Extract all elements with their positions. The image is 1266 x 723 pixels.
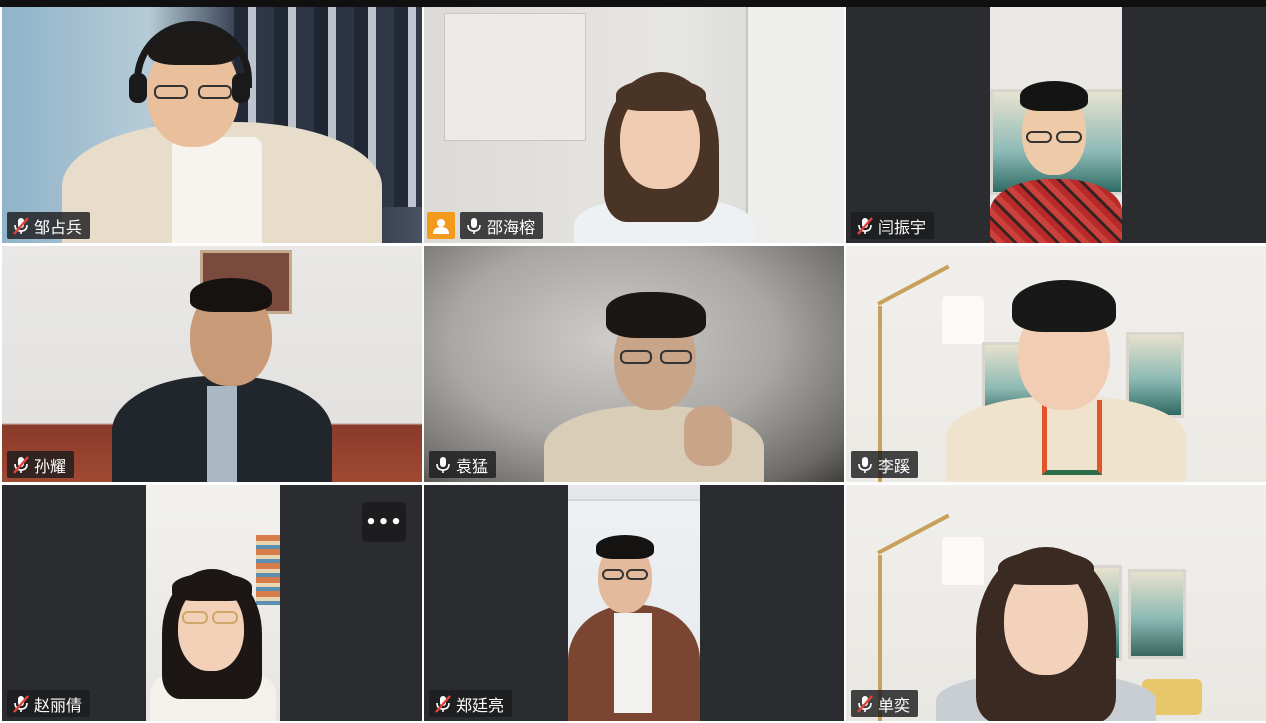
- video-grid: 邹占兵 邵海榕 闫振宇 孙耀 袁猛 李蹊 ••• 赵丽倩 郑廷亮 单奕: [0, 7, 1266, 723]
- participant-name-tag: 闫振宇: [851, 212, 935, 239]
- participant-name: 袁猛: [456, 456, 489, 476]
- participant-video: [2, 7, 422, 243]
- video-tile[interactable]: 孙耀: [2, 246, 422, 482]
- participant-name: 赵丽倩: [34, 695, 83, 715]
- mic-icon: [858, 456, 872, 473]
- participant-name: 单奕: [878, 695, 911, 715]
- more-options-button[interactable]: •••: [362, 502, 406, 542]
- window-top-bar: [0, 0, 1266, 7]
- participant-name: 邹占兵: [34, 217, 83, 237]
- participant-name-tag: 袁猛: [429, 451, 497, 478]
- participant-video: [424, 246, 844, 482]
- participant-name-tag: 赵丽倩: [7, 690, 91, 717]
- host-person-icon: [433, 218, 449, 234]
- mic-muted-icon: [13, 216, 29, 235]
- participant-video: [2, 246, 422, 482]
- participant-video: [990, 7, 1122, 243]
- participant-name: 郑廷亮: [456, 695, 505, 715]
- participant-name: 闫振宇: [878, 217, 927, 237]
- mic-muted-icon: [857, 216, 873, 235]
- video-tile[interactable]: 闫振宇: [846, 7, 1266, 243]
- participant-name-tag: 邹占兵: [7, 212, 91, 239]
- participant-name: 孙耀: [34, 456, 67, 476]
- more-options-icon: •••: [365, 511, 403, 533]
- mic-icon: [436, 456, 450, 473]
- participant-name-tag: 李蹊: [851, 451, 919, 478]
- participant-name-tag: 邵海榕: [460, 212, 544, 239]
- participant-video: [568, 485, 700, 721]
- video-tile[interactable]: 邹占兵: [2, 7, 422, 243]
- video-tile[interactable]: 单奕: [846, 485, 1266, 721]
- participant-name: 邵海榕: [487, 217, 536, 237]
- participant-video: [146, 485, 280, 721]
- mic-muted-icon: [857, 694, 873, 713]
- participant-name-tag: 郑廷亮: [429, 690, 513, 717]
- video-tile[interactable]: ••• 赵丽倩: [2, 485, 422, 721]
- mic-muted-icon: [13, 694, 29, 713]
- mic-muted-icon: [435, 694, 451, 713]
- host-badge: [427, 212, 455, 239]
- video-tile[interactable]: 袁猛: [424, 246, 844, 482]
- video-tile[interactable]: 郑廷亮: [424, 485, 844, 721]
- mic-muted-icon: [13, 455, 29, 474]
- participant-video: [846, 246, 1266, 482]
- participant-name-tag: 单奕: [851, 690, 919, 717]
- video-tile-active-speaker[interactable]: 李蹊: [846, 246, 1266, 482]
- participant-video: [846, 485, 1266, 721]
- participant-name-tag: 孙耀: [7, 451, 75, 478]
- participant-name: 李蹊: [878, 456, 911, 476]
- mic-icon: [467, 217, 481, 234]
- participant-video: [424, 7, 844, 243]
- video-tile[interactable]: 邵海榕: [424, 7, 844, 243]
